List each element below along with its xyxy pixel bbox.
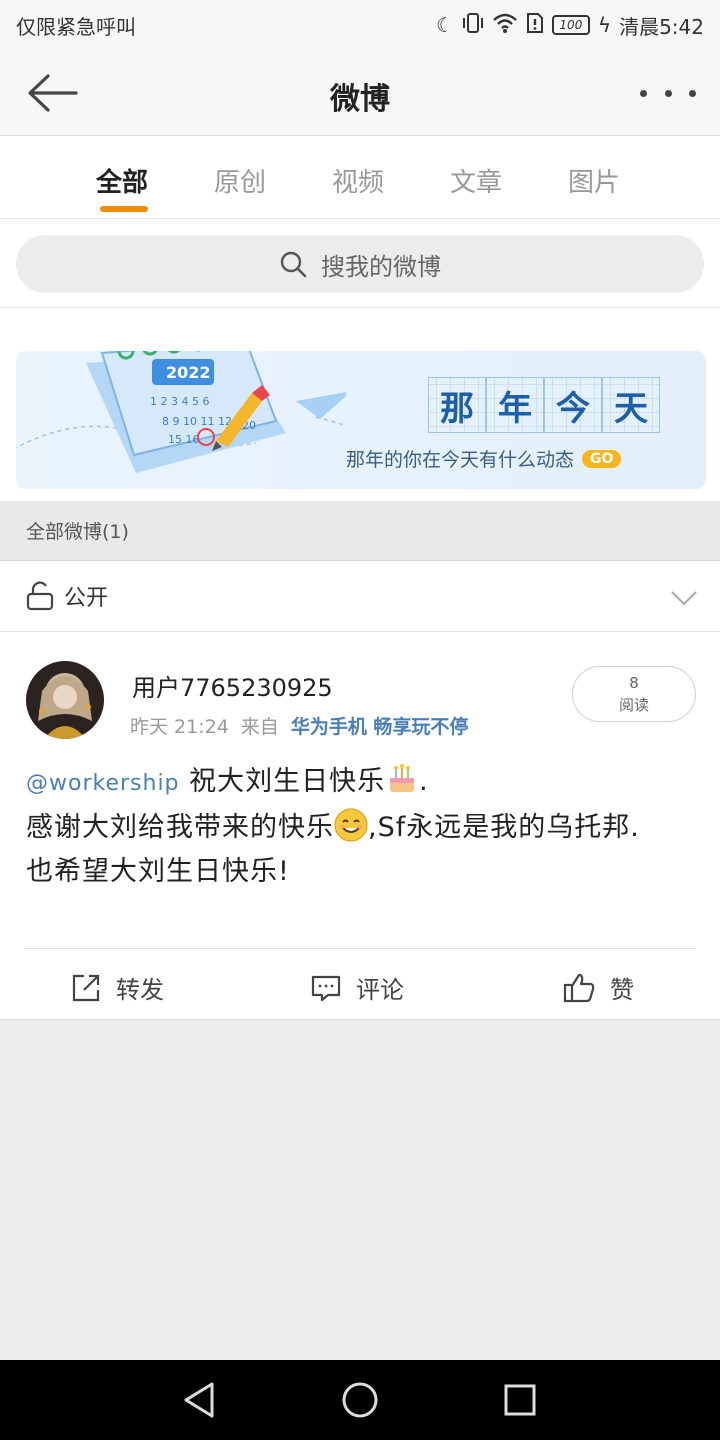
tab-video[interactable]: 视频: [332, 162, 384, 199]
post-text: 祝大刘生日快乐: [179, 766, 386, 797]
avatar[interactable]: [26, 661, 104, 739]
clock-text: 清晨5:42: [619, 14, 704, 39]
post-time: 昨天 21:24: [130, 716, 229, 738]
alert-sim-icon: [526, 12, 544, 39]
battery-icon: 100: [551, 15, 590, 35]
search-placeholder: 搜我的微博: [321, 252, 441, 281]
privacy-label: 公开: [64, 586, 109, 611]
charging-icon: ϟ: [597, 13, 612, 37]
status-icons: ☾ 100 ϟ 清晨5:42: [436, 11, 704, 40]
section-label: 全部微博(1): [26, 521, 129, 543]
moon-icon: ☾: [435, 13, 454, 37]
nav-recents-icon[interactable]: [500, 1380, 540, 1420]
privacy-filter[interactable]: 公开: [0, 561, 720, 632]
banner-title-char: 那: [428, 377, 486, 433]
nav-home-icon[interactable]: [340, 1380, 380, 1420]
page-title: 微博: [330, 82, 390, 117]
like-button[interactable]: 赞: [562, 970, 634, 1005]
post-content: @workership 祝大刘生日快乐. 感谢大刘给我带来的快乐 ,Sf永远是我的…: [26, 760, 696, 894]
more-dot-icon: [689, 89, 696, 97]
more-options-button[interactable]: [640, 78, 696, 108]
banner-section: 2022 1 2 3 4 5 6 8 9 10 11 12 15 16 20 那…: [0, 308, 720, 501]
back-arrow-icon: [28, 74, 78, 112]
repost-icon: [72, 974, 100, 1001]
banner-title: 那 年 今 天: [428, 377, 660, 433]
search-section: 搜我的微博: [0, 219, 720, 308]
comment-icon: [311, 975, 341, 1001]
banner-title-char: 今: [544, 377, 602, 433]
search-input[interactable]: 搜我的微博: [16, 235, 704, 293]
status-bar: 仅限紧急呼叫 ☾ 100 ϟ 清晨5:42: [0, 0, 720, 50]
post-text: 感谢大刘给我带来的快乐: [26, 812, 334, 843]
mention-link[interactable]: @workership: [26, 771, 180, 796]
tab-all[interactable]: 全部: [96, 162, 148, 199]
tab-image[interactable]: 图片: [568, 162, 620, 199]
system-nav-bar: [0, 1360, 720, 1440]
comment-label: 评论: [356, 976, 404, 1004]
banner-subtitle: 那年的你在今天有什么动态 GO: [346, 445, 622, 472]
post-text: .: [419, 766, 429, 797]
smile-emoji-icon: [334, 808, 368, 842]
back-button[interactable]: [24, 68, 84, 118]
repost-label: 转发: [116, 976, 164, 1004]
post-username[interactable]: 用户7765230925: [132, 668, 333, 703]
comment-button[interactable]: 评论: [310, 970, 404, 1005]
thumbs-up-icon: [563, 973, 595, 1002]
post-source-link[interactable]: 华为手机 畅享玩不停: [291, 712, 469, 739]
unlock-icon: [26, 581, 54, 611]
go-button[interactable]: GO: [582, 449, 622, 468]
like-label: 赞: [610, 976, 634, 1004]
top-nav-bar: 微博: [0, 50, 720, 136]
tab-original[interactable]: 原创: [214, 162, 266, 199]
nav-back-icon[interactable]: [180, 1380, 220, 1420]
section-header: 全部微博(1): [0, 501, 720, 561]
more-dot-icon: [664, 89, 672, 97]
wifi-icon: [492, 12, 518, 39]
chevron-down-icon: [671, 591, 697, 606]
post-text: ,Sf永远是我的乌托邦.: [368, 812, 640, 843]
more-dot-icon: [640, 89, 647, 97]
banner-title-char: 年: [486, 377, 544, 433]
post-from-label: 来自: [240, 716, 279, 738]
read-count: 8: [629, 674, 639, 692]
carrier-text: 仅限紧急呼叫: [16, 14, 136, 39]
repost-button[interactable]: 转发: [70, 970, 164, 1005]
svg-text:8 9 10 11 12: 8 9 10 11 12: [162, 415, 232, 428]
post-meta: 昨天 21:24 来自 华为手机 畅享玩不停: [130, 712, 468, 739]
banner-subtitle-text: 那年的你在今天有什么动态: [346, 449, 575, 471]
post-line: @workership 祝大刘生日快乐.: [26, 760, 696, 806]
svg-text:15 16: 15 16: [168, 433, 200, 446]
vibrate-icon: [462, 12, 484, 39]
svg-text:1 2 3 4 5 6: 1 2 3 4 5 6: [150, 395, 209, 408]
read-count-badge[interactable]: 8 阅读: [572, 666, 696, 722]
filter-tabs: 全部 原创 视频 文章 图片: [0, 136, 720, 219]
banner-title-char: 天: [602, 377, 660, 433]
search-icon: [280, 251, 307, 278]
post-line: 感谢大刘给我带来的快乐 ,Sf永远是我的乌托邦.: [26, 806, 696, 850]
tab-article[interactable]: 文章: [450, 162, 502, 199]
post-line: 也希望大刘生日快乐!: [26, 850, 696, 894]
active-tab-indicator: [100, 206, 148, 212]
post-divider: [24, 948, 696, 949]
read-label: 阅读: [618, 696, 649, 714]
post-text: 也希望大刘生日快乐!: [26, 856, 290, 887]
on-this-day-banner[interactable]: 2022 1 2 3 4 5 6 8 9 10 11 12 15 16 20 那…: [16, 351, 706, 489]
birthday-cake-icon: [390, 764, 415, 792]
calendar-illustration-icon: 2022 1 2 3 4 5 6 8 9 10 11 12 15 16 20: [16, 351, 346, 473]
calendar-year-text: 2022: [166, 363, 211, 382]
weibo-post-card: 用户7765230925 昨天 21:24 来自 华为手机 畅享玩不停 8 阅读…: [0, 632, 720, 1020]
